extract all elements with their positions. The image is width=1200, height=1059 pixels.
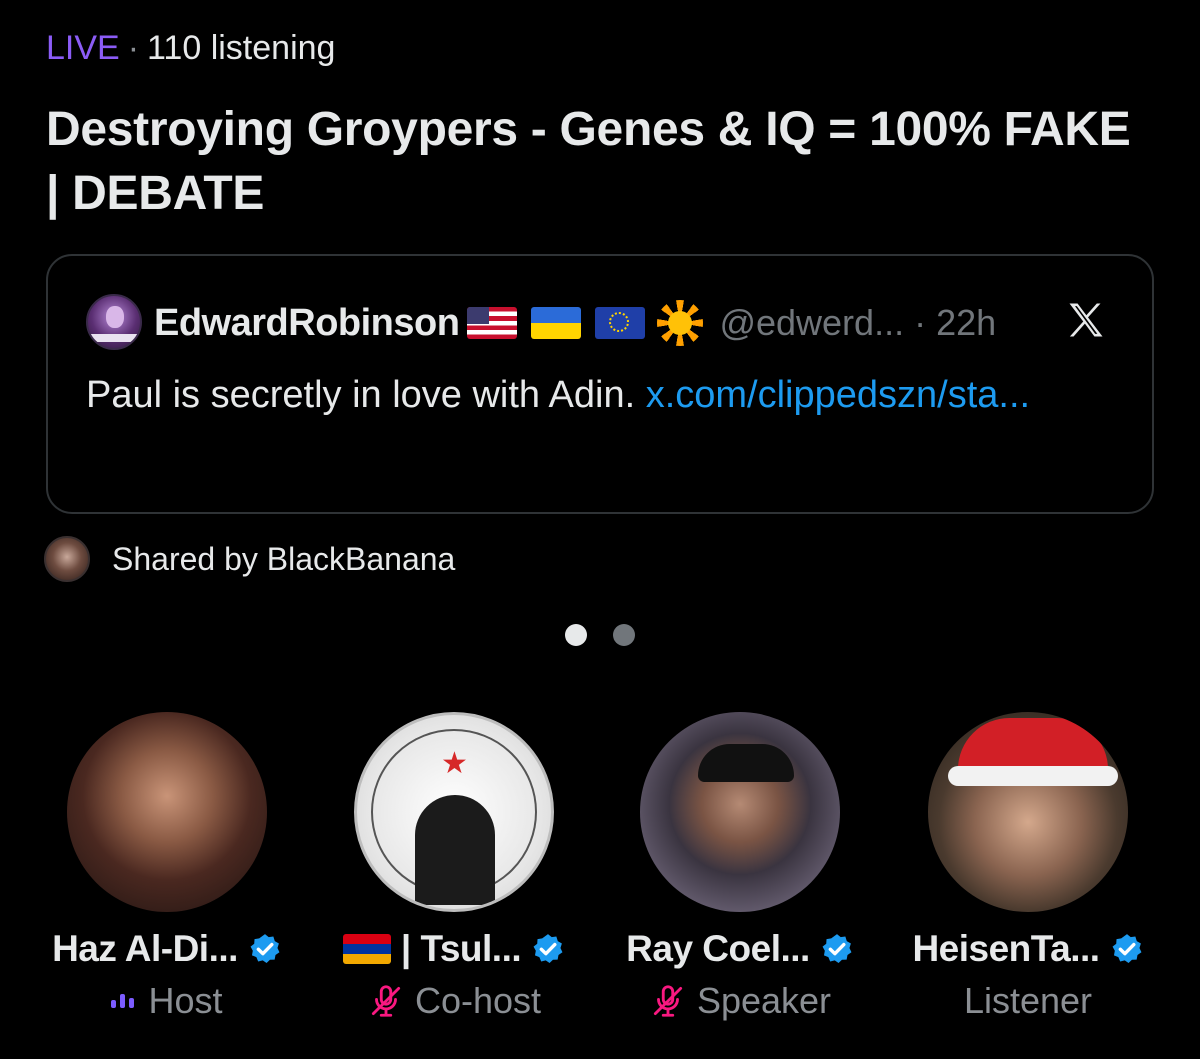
x-logo-icon[interactable] [1064, 298, 1108, 342]
tweet-body: Paul is secretly in love with Adin. [86, 374, 646, 416]
space-status-line: LIVE · 110 listening [46, 28, 335, 68]
avatar[interactable] [67, 712, 267, 912]
participant-name: | Tsul... [400, 928, 522, 969]
avatar[interactable]: ★ [354, 712, 554, 912]
listener-count[interactable]: 110 listening [147, 29, 335, 67]
participant-name: HeisenTa... [912, 928, 1100, 969]
us-flag-icon [467, 307, 518, 339]
pager-dot-1[interactable] [565, 624, 587, 646]
participant-host[interactable]: Haz Al-Di... Host [27, 712, 307, 1026]
tweet-text: Paul is secretly in love with Adin. x.co… [86, 366, 1086, 424]
tweet-link[interactable]: x.com/clippedszn/sta... [646, 374, 1030, 416]
avatar[interactable] [640, 712, 840, 912]
avatar[interactable] [928, 712, 1128, 912]
shared-by-text: Shared by BlackBanana [112, 540, 456, 577]
ukraine-flag-icon [531, 307, 582, 339]
tweet-author-name[interactable]: EdwardRobinson [154, 302, 460, 345]
armenia-flag-icon [342, 934, 391, 964]
participant-role: Host [148, 980, 223, 1021]
carousel-pager [565, 624, 635, 646]
verified-badge-icon [1112, 934, 1141, 964]
pager-dot-2[interactable] [613, 624, 635, 646]
pinned-tweet-card[interactable]: EdwardRobinson @edwerd... · 22h Paul is … [46, 254, 1154, 514]
participant-speaker[interactable]: Ray Coel... Speaker [600, 712, 880, 1026]
tweet-author-avatar[interactable] [86, 294, 142, 350]
status-separator: · [127, 29, 140, 67]
participant-role: Speaker [696, 980, 832, 1021]
space-title: Destroying Groypers - Genes & IQ = 100% … [46, 103, 1131, 220]
participant-name: Ray Coel... [626, 928, 810, 969]
tweet-author-handle[interactable]: @edwerd... · 22h [719, 302, 996, 344]
participant-name: Haz Al-Di... [52, 928, 238, 969]
participant-listener[interactable]: HeisenTa... Listener [888, 712, 1168, 1026]
participant-role: Listener [963, 980, 1093, 1021]
sun-icon [657, 300, 704, 346]
mic-muted-icon [371, 985, 401, 1017]
participant-cohost[interactable]: ★ | Tsul... Co-host [314, 712, 594, 1026]
mic-muted-icon [653, 985, 683, 1017]
live-label: LIVE [46, 29, 120, 67]
shared-by-row[interactable]: Shared by BlackBanana [44, 536, 455, 582]
speaking-bars-icon [111, 994, 135, 1008]
tweet-header: EdwardRobinson @edwerd... · 22h [154, 300, 996, 346]
verified-badge-icon [533, 934, 563, 964]
eu-flag-icon [595, 307, 646, 339]
participant-role: Co-host [414, 980, 542, 1021]
verified-badge-icon [822, 934, 852, 964]
verified-badge-icon [250, 934, 280, 964]
sharer-avatar[interactable] [44, 536, 90, 582]
